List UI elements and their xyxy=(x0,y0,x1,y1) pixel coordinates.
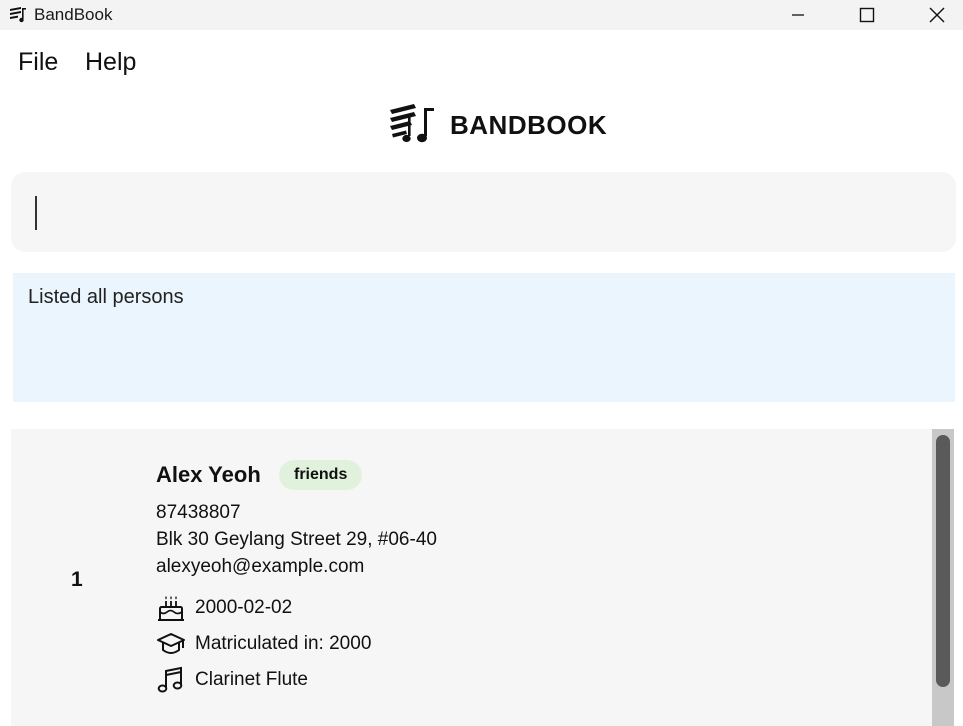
matriculation-row: Matriculated in: 2000 xyxy=(156,629,371,659)
maximize-icon xyxy=(859,7,875,23)
person-index: 1 xyxy=(71,568,83,591)
menu-bar: File Help xyxy=(0,40,963,84)
title-bar: BandBook xyxy=(0,0,963,30)
tag-badge: friends xyxy=(279,460,363,490)
person-phone: 87438807 xyxy=(156,502,241,523)
person-card[interactable]: 1 Alex Yeoh friends 87438807 Blk 30 Geyl… xyxy=(11,429,931,726)
text-caret xyxy=(35,196,37,230)
minimize-icon xyxy=(792,14,804,16)
minimize-button[interactable] xyxy=(775,0,821,30)
menu-file[interactable]: File xyxy=(18,48,58,77)
person-name: Alex Yeoh xyxy=(156,462,261,487)
music-note-icon xyxy=(157,666,183,693)
result-display: Listed all persons xyxy=(13,273,955,402)
person-list[interactable]: 1 Alex Yeoh friends 87438807 Blk 30 Geyl… xyxy=(11,429,954,726)
person-matriculation: Matriculated in: 2000 xyxy=(195,633,372,654)
close-button[interactable] xyxy=(914,0,960,30)
bandbook-logo-icon xyxy=(10,7,26,23)
person-address: Blk 30 Geylang Street 29, #06-40 xyxy=(156,529,437,550)
instruments-row: Clarinet Flute xyxy=(156,665,308,695)
person-birthday: 2000-02-02 xyxy=(195,597,293,618)
person-email: alexyeoh@example.com xyxy=(156,556,365,577)
birthday-cake-icon xyxy=(158,596,184,621)
command-input[interactable] xyxy=(31,188,931,236)
birthday-row: 2000-02-02 xyxy=(156,593,292,623)
logo-text: BANDBOOK xyxy=(450,110,608,140)
close-icon xyxy=(929,7,945,23)
command-box xyxy=(11,172,956,252)
maximize-button[interactable] xyxy=(844,0,890,30)
graduation-cap-icon xyxy=(157,633,185,654)
person-instruments: Clarinet Flute xyxy=(195,669,308,690)
scrollbar-thumb[interactable] xyxy=(936,435,950,687)
window-title: BandBook xyxy=(34,5,113,24)
result-text: Listed all persons xyxy=(28,286,184,308)
menu-help[interactable]: Help xyxy=(85,48,136,77)
app-logo: BANDBOOK xyxy=(388,100,607,150)
bandbook-logo-icon xyxy=(390,104,434,143)
